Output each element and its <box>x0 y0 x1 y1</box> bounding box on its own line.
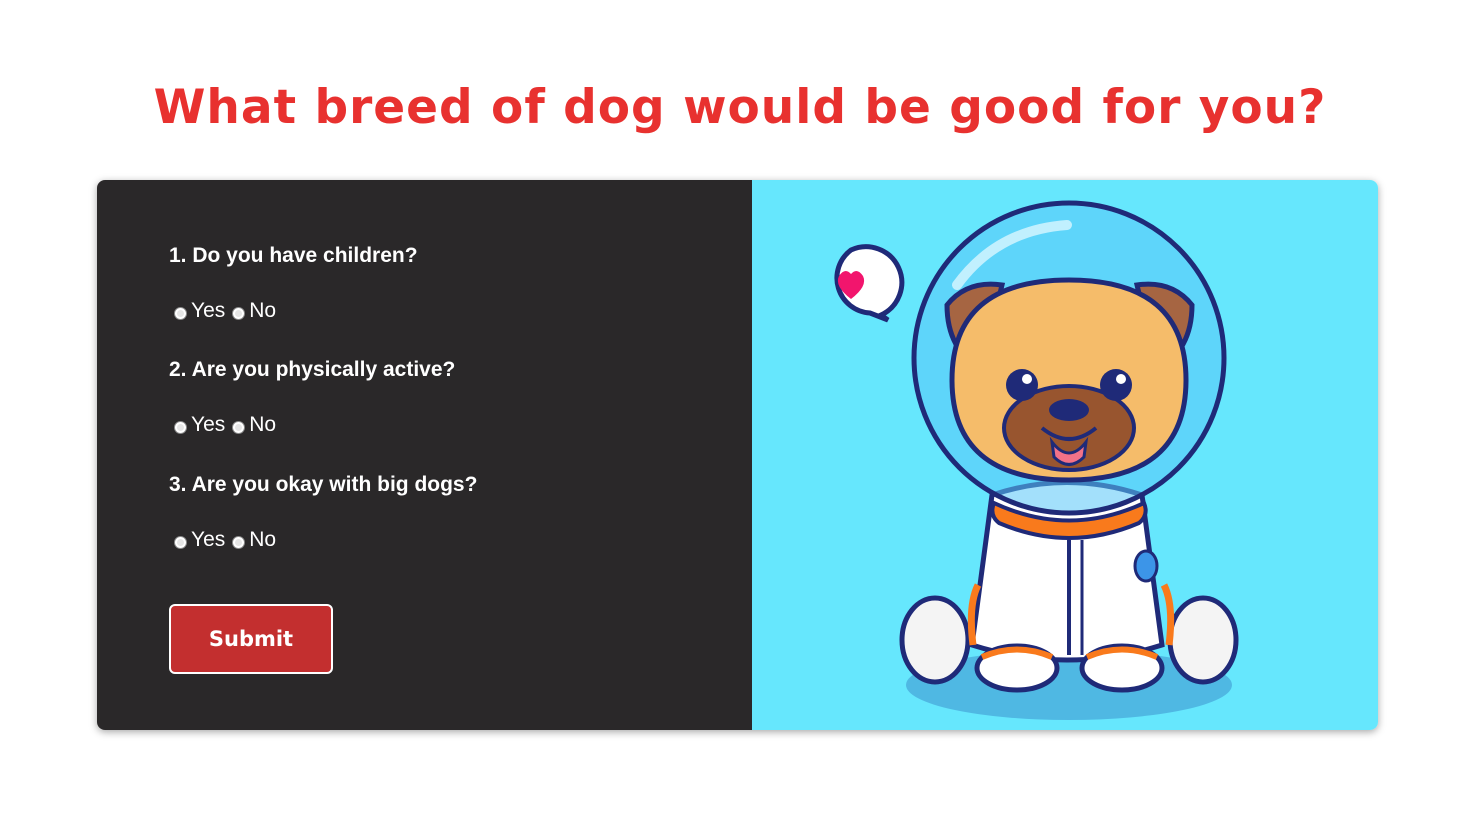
radio-children-yes[interactable] <box>174 306 187 320</box>
pug-astronaut-illustration <box>834 200 1239 720</box>
suit-badge <box>1133 549 1159 583</box>
option-label-no[interactable]: No <box>249 297 276 325</box>
heart-speech-bubble-icon <box>834 244 905 323</box>
radio-active-yes[interactable] <box>174 420 187 434</box>
option-label-yes[interactable]: Yes <box>191 411 225 439</box>
illustration-panel <box>752 180 1378 730</box>
submit-button[interactable]: Submit <box>169 604 333 674</box>
radio-big-dogs-no[interactable] <box>232 535 246 549</box>
radio-active-no[interactable] <box>232 420 246 434</box>
page: What breed of dog would be good for you?… <box>0 0 1480 833</box>
answer-options: Yes No <box>169 526 729 554</box>
question-label: 3. Are you okay with big dogs? <box>169 473 478 496</box>
radio-children-no[interactable] <box>232 306 246 320</box>
question-label: 2. Are you physically active? <box>169 358 456 381</box>
option-label-no[interactable]: No <box>249 526 276 554</box>
option-label-no[interactable]: No <box>249 411 276 439</box>
radio-big-dogs-yes[interactable] <box>174 535 187 549</box>
page-title: What breed of dog would be good for you? <box>153 80 1327 135</box>
question-big-dogs: 3. Are you okay with big dogs? Yes No <box>169 471 729 554</box>
option-label-yes[interactable]: Yes <box>191 297 225 325</box>
question-active: 2. Are you physically active? Yes No <box>169 356 729 439</box>
question-children: 1. Do you have children? Yes No <box>169 242 729 325</box>
answer-options: Yes No <box>169 297 729 325</box>
quiz-card: 1. Do you have children? Yes No 2. Are y… <box>97 180 1378 730</box>
quiz-form: 1. Do you have children? Yes No 2. Are y… <box>97 180 752 730</box>
answer-options: Yes No <box>169 411 729 439</box>
option-label-yes[interactable]: Yes <box>191 526 225 554</box>
question-label: 1. Do you have children? <box>169 244 418 267</box>
